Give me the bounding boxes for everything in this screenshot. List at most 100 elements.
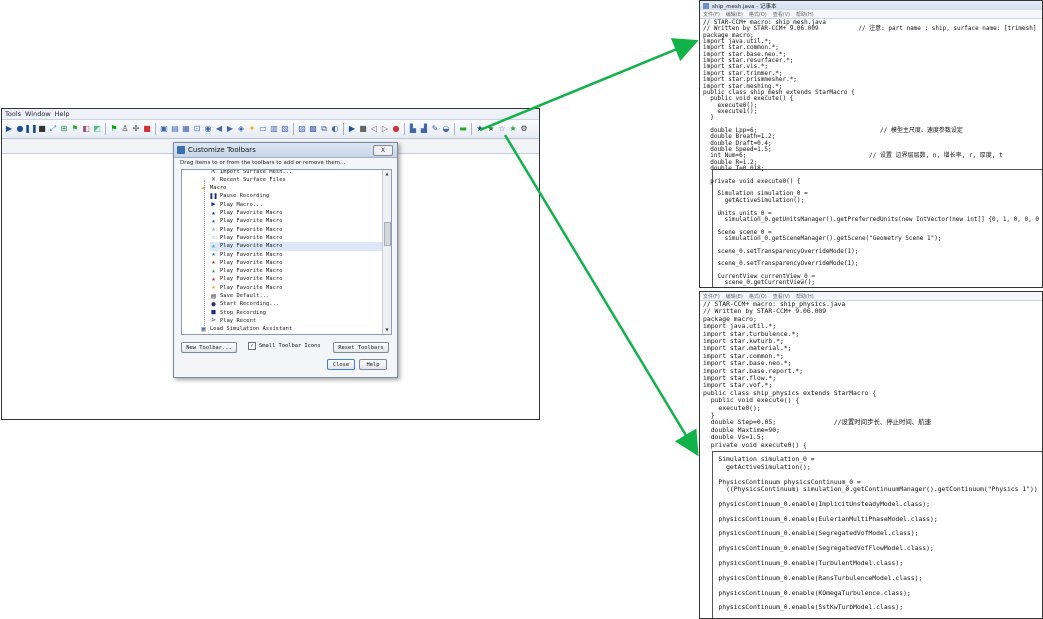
record-icon[interactable]: ●: [391, 124, 401, 134]
tile-icon[interactable]: ▩: [308, 124, 318, 134]
menu-format[interactable]: 格式(O): [749, 11, 767, 18]
light-icon[interactable]: ✦: [247, 124, 257, 134]
settings-gear-icon[interactable]: ⚙: [519, 124, 529, 134]
menu-window[interactable]: Window: [25, 110, 51, 118]
play-macro-icon[interactable]: ▶: [347, 124, 357, 134]
mesh-icon[interactable]: ◧: [81, 124, 91, 134]
tree-item-label: Play Macro...: [220, 201, 263, 208]
back-icon[interactable]: ◀: [214, 124, 224, 134]
small-toolbar-icons-checkbox[interactable]: ✓ Small Toolbar Icons: [248, 342, 321, 350]
run-icon[interactable]: ▶: [4, 124, 14, 134]
star-blue-icon: ★: [211, 216, 216, 225]
small-toolbar-icons-label: Small Toolbar Icons: [259, 343, 321, 349]
tree-scrollbar[interactable]: ▲ ▼: [382, 170, 391, 334]
view-icon[interactable]: ▣: [159, 124, 169, 134]
toolbar-separator: [105, 123, 106, 135]
scene-icon[interactable]: ⊞: [59, 124, 69, 134]
person-icon[interactable]: ♙: [120, 124, 130, 134]
pause-icon[interactable]: ❚❚: [24, 124, 37, 134]
eye-icon[interactable]: ◉: [203, 124, 213, 134]
menu-help[interactable]: 帮助(H): [796, 293, 814, 300]
rotate-icon[interactable]: ◈: [236, 124, 246, 134]
code-line: simulation_0.getSceneManager().getScene(…: [703, 234, 942, 242]
grid-icon[interactable]: ▦: [181, 124, 191, 134]
code-text-area[interactable]: // STAR-CCM+ macro: ship_physics.java// …: [703, 301, 1039, 618]
plot-icon[interactable]: ▤: [170, 124, 180, 134]
notepad-ship-mesh: ship_mesh.java - 记事本 文件(F) 编辑(E) 格式(O) 查…: [699, 0, 1043, 288]
fan-icon[interactable]: ✢: [131, 124, 141, 134]
menu-help[interactable]: Help: [55, 110, 70, 118]
prev-icon[interactable]: ◁: [369, 124, 379, 134]
graph-icon[interactable]: ⤢: [48, 124, 58, 134]
menu-view[interactable]: 查看(V): [773, 293, 790, 300]
code-line: physicsContinuum_0.enable(TurbulentModel…: [703, 559, 904, 567]
layout-icon[interactable]: ▨: [297, 124, 307, 134]
star-outline-icon: ☆: [211, 233, 216, 242]
flag-icon[interactable]: ⚑: [70, 124, 80, 134]
reset-toolbars-button[interactable]: Reset Toolbars: [333, 342, 389, 353]
main-toolbar: ▶ ● ❚❚ ■ ⤢ ⊞ ⚑ ◧ ◩ ⚑ ♙ ✢ ■ ▣ ▤ ▦ ⊡ ◉ ◀ ▶…: [2, 120, 539, 139]
favorite-macro-1-icon[interactable]: ★: [475, 124, 485, 134]
menu-file[interactable]: 文件(F): [703, 293, 720, 300]
close-button[interactable]: Close: [327, 359, 355, 370]
chart-icon[interactable]: ▧: [280, 124, 290, 134]
green-bar-icon[interactable]: ▬: [458, 124, 468, 134]
toolbar-separator: [343, 123, 344, 135]
menu-edit[interactable]: 编辑(E): [726, 293, 743, 300]
dialog-titlebar: Customize Toolbars: [174, 143, 397, 158]
favorite-macro-4-icon[interactable]: ★: [508, 124, 518, 134]
tree-item-label: Play Favorite Macro: [220, 284, 283, 291]
menu-help[interactable]: 帮助(H): [796, 11, 814, 18]
code-text-area[interactable]: // STAR-CCM+ macro: ship_mesh.java// Wri…: [703, 19, 1039, 287]
tree-item-label: Stop Recording: [220, 309, 267, 316]
menu-tools[interactable]: Tools: [5, 110, 21, 118]
code-line: scene_0.setTransparencyOverrideMode(1);: [703, 260, 859, 268]
tree-item-label: Import Surface Mesh...: [220, 169, 293, 175]
code-line: physicsContinuum_0.enable(SegregatedVofF…: [703, 544, 934, 553]
toolbar-items-tree[interactable]: ⇱ Import Surface Mesh... ✕ Recent Surface F…: [181, 169, 392, 335]
stop-icon: ■: [211, 308, 216, 317]
favorite-macro-2-icon[interactable]: ★: [486, 124, 496, 134]
zoom-icon[interactable]: ⊡: [192, 124, 202, 134]
shape-icon[interactable]: ◩: [92, 124, 102, 134]
scroll-down-icon[interactable]: ▼: [384, 327, 390, 333]
plot-a-icon[interactable]: ▙: [408, 124, 418, 134]
recent-files-icon: ✕: [211, 175, 216, 184]
menu-file[interactable]: 文件(F): [703, 11, 720, 18]
tools-icon[interactable]: ✎: [430, 124, 440, 134]
code-line: }: [703, 114, 714, 122]
record-icon: ●: [211, 299, 216, 308]
table-icon[interactable]: ▥: [269, 124, 279, 134]
star-cyan-icon: ★: [211, 241, 216, 250]
menu-format[interactable]: 格式(O): [749, 293, 767, 300]
code-line: private void execute0() {: [703, 440, 807, 449]
customize-toolbars-dialog: Customize Toolbars X Drag items to or fr…: [173, 142, 398, 378]
stop-red-icon[interactable]: ■: [142, 124, 152, 134]
tree-item[interactable]: ▣ Load Simulation Assistant: [200, 325, 383, 334]
next-icon[interactable]: ▷: [380, 124, 390, 134]
plot-b-icon[interactable]: ▟: [419, 124, 429, 134]
dialog-close-button[interactable]: X: [373, 145, 393, 156]
favorite-macro-3-icon[interactable]: ☆: [497, 124, 507, 134]
camera-icon[interactable]: ◐: [330, 124, 340, 134]
star-gold-icon: ★: [211, 283, 216, 292]
dialog-hint-text: Drag items to or from the toolbars to ad…: [180, 160, 346, 166]
checkbox-check-icon[interactable]: ✓: [248, 342, 256, 350]
monitor-icon[interactable]: ▭: [258, 124, 268, 134]
new-toolbar-button[interactable]: New Toolbar...: [181, 342, 237, 353]
menu-edit[interactable]: 编辑(E): [726, 11, 743, 18]
stop-icon[interactable]: ■: [37, 124, 47, 134]
star-green-icon: ★: [211, 266, 216, 275]
star-teal-icon: ★: [211, 250, 216, 258]
menu-view[interactable]: 查看(V): [773, 11, 790, 18]
tree-item-label: Start Recording...: [220, 301, 280, 308]
forward-icon[interactable]: ▶: [225, 124, 235, 134]
dropdown-icon[interactable]: ◒: [441, 124, 451, 134]
flag-green-icon[interactable]: ⚑: [109, 124, 119, 134]
help-button[interactable]: Help: [359, 359, 387, 370]
scroll-up-icon[interactable]: ▲: [384, 171, 390, 177]
window-icon[interactable]: ⧉: [319, 124, 329, 134]
tree-item-label: Play Recent: [220, 317, 257, 324]
stop-macro-icon[interactable]: ■: [358, 124, 368, 134]
scroll-thumb[interactable]: [384, 222, 391, 246]
